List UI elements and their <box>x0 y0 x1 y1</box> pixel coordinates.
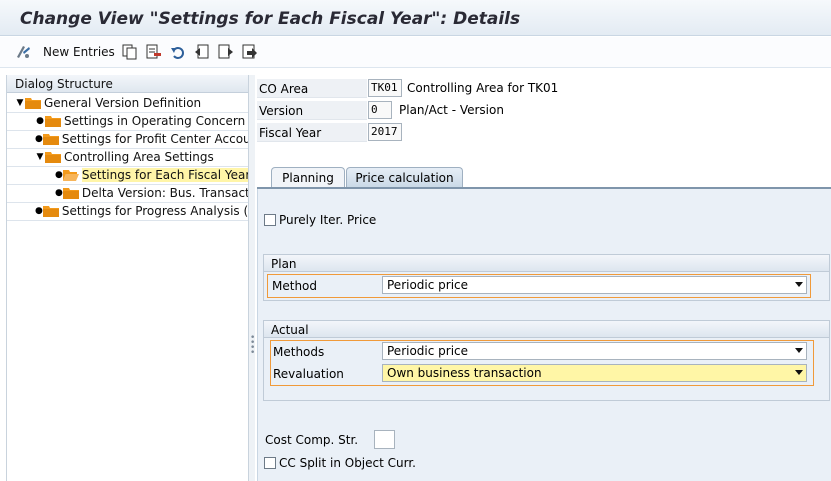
co-area-field[interactable]: TK01 <box>368 79 402 97</box>
tree-item-operating-concern[interactable]: ● Settings in Operating Concern <box>7 112 248 130</box>
bullet-icon: ● <box>35 134 43 144</box>
tree-item-label: General Version Definition <box>44 96 202 110</box>
tree-item-label: Settings for Profit Center Accounting <box>61 132 248 146</box>
folder-icon <box>42 205 59 217</box>
undo-icon[interactable] <box>170 42 186 62</box>
fiscal-year-label: Fiscal Year <box>257 123 367 142</box>
cc-split-checkbox[interactable] <box>264 457 276 469</box>
version-label: Version <box>257 101 367 120</box>
chevron-down-icon[interactable] <box>795 348 803 353</box>
tree-item-label: Settings for Progress Analysis (Project/… <box>61 204 248 218</box>
revaluation-select[interactable]: Own business transaction <box>382 364 807 382</box>
plan-method-value: Periodic price <box>387 278 469 292</box>
page-title: Change View "Settings for Each Fiscal Ye… <box>20 9 521 29</box>
copy-icon[interactable] <box>122 42 138 62</box>
tree-item-fiscal-year[interactable]: ● Settings for Each Fiscal Year <box>7 166 248 184</box>
fiscal-year-field[interactable]: 2017 <box>368 123 402 141</box>
tab-planning[interactable]: Planning <box>271 167 345 188</box>
bullet-icon: ● <box>35 206 43 216</box>
folder-icon <box>45 115 61 127</box>
actual-group-title: Actual <box>264 321 829 338</box>
delete-icon[interactable] <box>146 42 162 62</box>
chevron-down-icon[interactable] <box>795 370 803 375</box>
dialog-structure-panel: Dialog Structure ▼ General Version Defin… <box>6 75 249 481</box>
previous-entry-icon[interactable] <box>194 42 210 62</box>
folder-open-icon <box>62 169 79 181</box>
tab-price-calculation[interactable]: Price calculation <box>346 167 463 188</box>
title-bar: Change View "Settings for Each Fiscal Ye… <box>0 0 831 36</box>
splitter[interactable] <box>249 75 255 481</box>
folder-icon <box>45 151 61 163</box>
select-icon[interactable] <box>242 42 258 62</box>
cc-split-label: CC Split in Object Curr. <box>279 456 416 470</box>
display-change-icon[interactable] <box>14 42 32 62</box>
splitter-grip-icon[interactable]: • • • • <box>250 334 255 358</box>
actual-methods-select[interactable]: Periodic price <box>382 342 807 360</box>
bullet-icon: ● <box>36 116 44 126</box>
tree-item-general-version[interactable]: ▼ General Version Definition <box>7 94 248 112</box>
collapse-arrow-icon[interactable]: ▼ <box>35 152 45 162</box>
bullet-icon: ● <box>55 170 63 180</box>
cost-comp-str-label: Cost Comp. Str. <box>265 433 359 447</box>
next-entry-icon[interactable] <box>218 42 234 62</box>
tree-item-label: Settings in Operating Concern <box>64 114 246 128</box>
tree-item-label: Delta Version: Bus. Transactions <box>81 186 248 200</box>
tree-item-profit-center[interactable]: ● Settings for Profit Center Accounting <box>7 130 248 148</box>
plan-method-select[interactable]: Periodic price <box>382 276 807 294</box>
version-field[interactable]: 0 <box>368 101 392 119</box>
tree-item-label: Controlling Area Settings <box>64 150 214 164</box>
chevron-down-icon[interactable] <box>795 282 803 287</box>
tree-item-label: Settings for Each Fiscal Year <box>81 168 248 182</box>
dialog-structure-header: Dialog Structure <box>7 75 248 93</box>
cost-comp-str-field[interactable] <box>374 430 395 449</box>
revaluation-label: Revaluation <box>273 367 344 381</box>
co-area-description: Controlling Area for TK01 <box>407 81 559 95</box>
version-description: Plan/Act - Version <box>399 103 504 117</box>
bullet-icon: ● <box>55 188 63 198</box>
tree-item-controlling-area[interactable]: ▼ Controlling Area Settings <box>7 148 248 166</box>
purely-iter-price-label: Purely Iter. Price <box>279 213 377 227</box>
co-area-label: CO Area <box>257 79 367 98</box>
tree-item-delta-version[interactable]: ● Delta Version: Bus. Transactions <box>7 184 248 202</box>
folder-icon <box>62 187 79 199</box>
new-entries-button[interactable]: New Entries <box>43 45 115 59</box>
tree-item-progress-analysis[interactable]: ● Settings for Progress Analysis (Projec… <box>7 202 248 220</box>
folder-icon <box>25 97 41 109</box>
purely-iter-price-checkbox[interactable] <box>264 214 276 226</box>
revaluation-value: Own business transaction <box>387 366 542 380</box>
actual-methods-value: Periodic price <box>387 344 469 358</box>
toolbar: New Entries <box>0 37 831 68</box>
plan-group-title: Plan <box>264 255 829 272</box>
methods-label: Methods <box>273 345 325 359</box>
method-label: Method <box>272 279 318 293</box>
folder-icon <box>42 133 59 145</box>
collapse-arrow-icon[interactable]: ▼ <box>15 98 25 108</box>
